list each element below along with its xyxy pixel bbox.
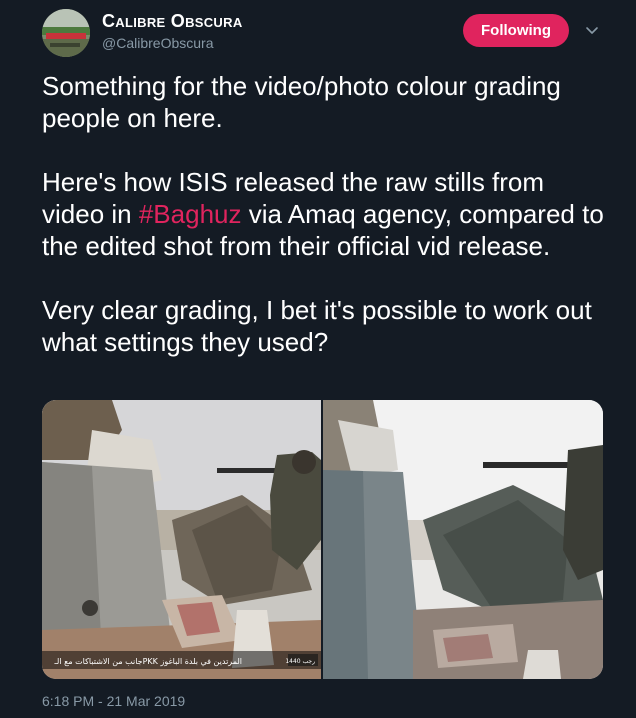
tweet-text: Something for the video/photo colour gra… <box>42 70 612 358</box>
avatar[interactable] <box>42 9 90 57</box>
tweet-paragraph-2: Here's how ISIS released the raw stills … <box>42 166 612 262</box>
hashtag-link[interactable]: #Baghuz <box>139 199 242 229</box>
raw-still-photo[interactable]: جانب من الاشتباكات مع الـPKK المرتدين في… <box>42 400 321 679</box>
media-grid: جانب من الاشتباكات مع الـPKK المرتدين في… <box>42 400 603 679</box>
tweet-timestamp[interactable]: 6:18 PM - 21 Mar 2019 <box>42 693 185 709</box>
avatar-image <box>42 9 90 57</box>
caption-text: جانب من الاشتباكات مع الـPKK المرتدين في… <box>54 657 242 666</box>
edited-still-image <box>323 400 603 679</box>
author-name[interactable]: Calibre Obscura <box>102 11 243 32</box>
tweet-card: Calibre Obscura @CalibreObscura Followin… <box>0 0 636 718</box>
following-button[interactable]: Following <box>463 14 569 47</box>
caption-badge: 1440 رجب <box>285 658 315 665</box>
author-handle[interactable]: @CalibreObscura <box>102 35 213 51</box>
chevron-down-icon[interactable] <box>584 22 600 38</box>
raw-still-image: جانب من الاشتباكات مع الـPKK المرتدين في… <box>42 400 321 679</box>
tweet-paragraph-1: Something for the video/photo colour gra… <box>42 71 561 133</box>
tweet-paragraph-3: Very clear grading, I bet it's possible … <box>42 295 592 357</box>
edited-still-photo[interactable] <box>323 400 603 679</box>
